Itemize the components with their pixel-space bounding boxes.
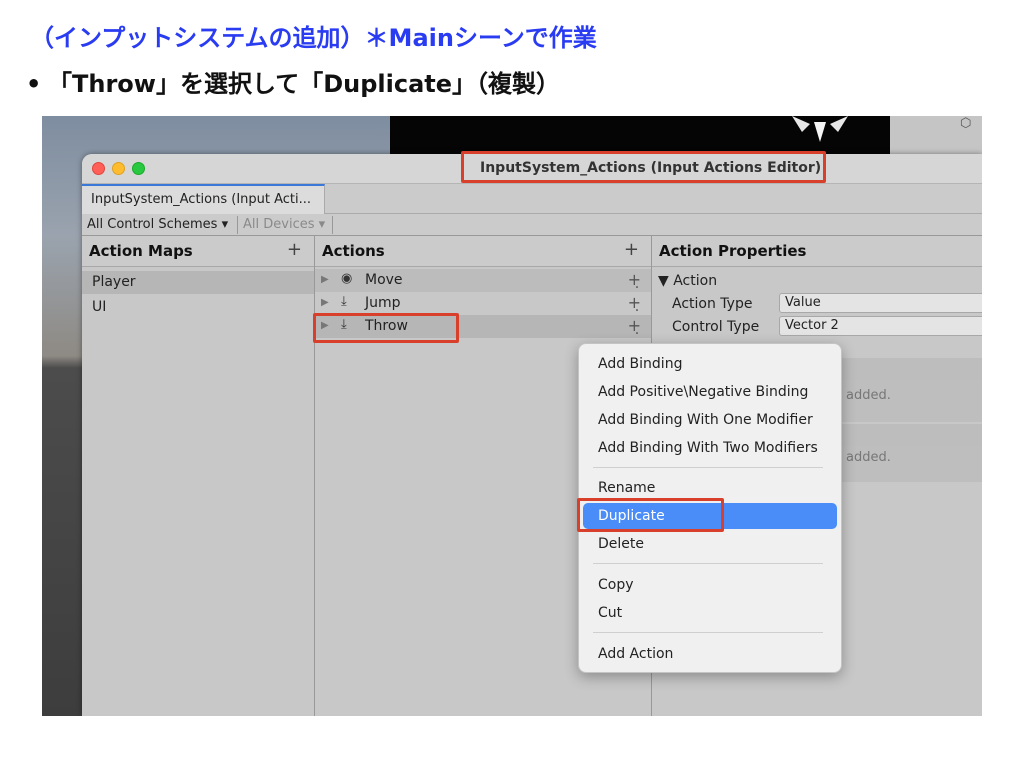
add-binding-icon[interactable]: +̣ [628, 316, 641, 335]
zoom-button[interactable] [132, 162, 145, 175]
menu-item-label: Rename [598, 480, 656, 496]
radio-target-icon: ◉ [341, 271, 353, 286]
toolbar: All Control Schemes ▾ All Devices ▾ [82, 214, 982, 236]
devices-dropdown[interactable]: All Devices ▾ [243, 217, 325, 232]
game-view [390, 116, 890, 154]
menu-item-label: Add Binding [598, 356, 683, 372]
action-label: Move [365, 272, 403, 288]
menu-item-label: Add Action [598, 646, 674, 662]
action-maps-pane: Action Maps + Player UI [82, 236, 315, 716]
action-type-row: Action Type Value [652, 292, 982, 315]
action-maps-title: Action Maps [89, 242, 193, 260]
menu-separator [593, 632, 823, 633]
expand-arrow-icon[interactable]: ▶ [321, 297, 329, 308]
action-section-label: ▼ Action [658, 273, 718, 289]
slide-bullet: • 「Throw」を選択して「Duplicate」（複製） [26, 64, 560, 99]
menu-item-copy[interactable]: Copy [583, 572, 837, 598]
action-item-jump[interactable]: ▶ ⤓ Jump +̣ [315, 292, 651, 315]
menu-item-label: Add Binding With One Modifier [598, 412, 813, 428]
toolbar-divider [332, 216, 333, 234]
menu-item-add-binding[interactable]: Add Binding [583, 351, 837, 377]
download-tray-icon: ⤓ [341, 294, 347, 309]
add-binding-icon[interactable]: +̣ [628, 293, 641, 312]
menu-separator [593, 563, 823, 564]
action-type-dropdown[interactable]: Value [779, 293, 982, 313]
menu-item-label: Add Positive\Negative Binding [598, 384, 809, 400]
tab-bar: InputSystem_Actions (Input Acti... [82, 184, 982, 214]
title-highlight-box [461, 151, 826, 183]
character-icon [792, 116, 848, 142]
bullet-marker: • [26, 70, 42, 98]
menu-item-label: Delete [598, 536, 644, 552]
interactions-empty-text: added. [846, 388, 891, 403]
menu-item-delete[interactable]: Delete [583, 531, 837, 557]
slide-heading: （インプットシステムの追加）＊Mainシーンで作業 [30, 24, 597, 52]
input-actions-editor-window: InputSystem_Actions (Input Actions Edito… [82, 154, 982, 716]
menu-item-add-binding-two-modifiers[interactable]: Add Binding With Two Modifiers [583, 435, 837, 461]
menu-separator [593, 467, 823, 468]
action-item-move[interactable]: ▶ ◉ Move +̣ [315, 269, 651, 292]
minimize-button[interactable] [112, 162, 125, 175]
action-map-label: UI [92, 299, 107, 315]
menu-item-add-action[interactable]: Add Action [583, 641, 837, 667]
menu-item-label: Add Binding With Two Modifiers [598, 440, 818, 456]
bullet-text: 「Throw」を選択して「Duplicate」（複製） [48, 70, 561, 98]
action-properties-header: Action Properties [652, 236, 982, 267]
add-action-button[interactable]: + [624, 239, 639, 260]
add-binding-icon[interactable]: +̣ [628, 270, 641, 289]
menu-item-cut[interactable]: Cut [583, 600, 837, 626]
duplicate-highlight-box [577, 498, 724, 532]
control-schemes-dropdown[interactable]: All Control Schemes ▾ [87, 217, 228, 232]
action-type-label: Action Type [672, 296, 753, 312]
throw-highlight-box [313, 313, 459, 343]
menu-item-add-positive-negative-binding[interactable]: Add Positive\Negative Binding [583, 379, 837, 405]
actions-header: Actions + [315, 236, 651, 267]
close-button[interactable] [92, 162, 105, 175]
action-map-item-ui[interactable]: UI [82, 296, 314, 319]
toolbar-divider [237, 216, 238, 234]
action-section-header[interactable]: ▼ Action [652, 269, 982, 292]
cube-icon[interactable]: ⬡ [960, 116, 976, 132]
add-action-map-button[interactable]: + [287, 239, 302, 260]
control-type-dropdown[interactable]: Vector 2 [779, 316, 982, 336]
action-label: Jump [365, 295, 401, 311]
expand-arrow-icon[interactable]: ▶ [321, 274, 329, 285]
menu-item-label: Cut [598, 605, 623, 621]
control-type-row: Control Type Vector 2 [652, 315, 982, 338]
control-type-label: Control Type [672, 319, 760, 335]
action-map-label: Player [92, 274, 136, 290]
action-maps-header: Action Maps + [82, 236, 314, 267]
actions-title: Actions [322, 242, 385, 260]
action-map-item-player[interactable]: Player [82, 271, 314, 294]
menu-item-add-binding-one-modifier[interactable]: Add Binding With One Modifier [583, 407, 837, 433]
menu-item-label: Copy [598, 577, 634, 593]
tab-input-system-actions[interactable]: InputSystem_Actions (Input Acti... [82, 184, 325, 214]
processors-empty-text: added. [846, 450, 891, 465]
